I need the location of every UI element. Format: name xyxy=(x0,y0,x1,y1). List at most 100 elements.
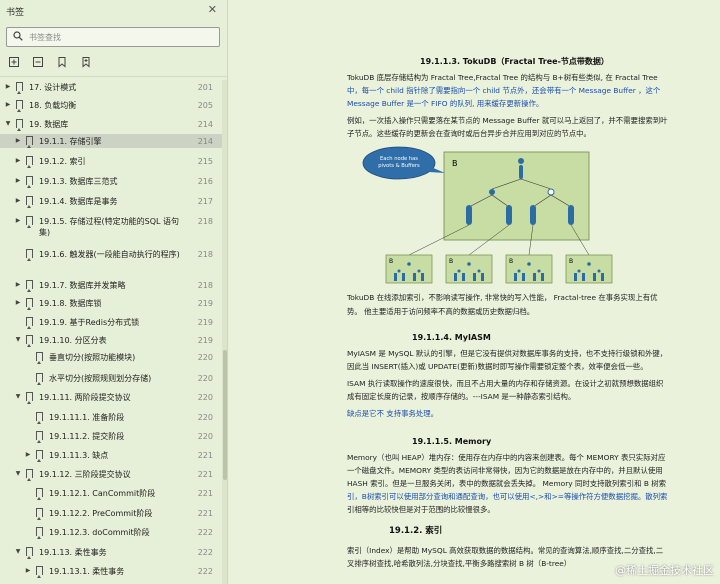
expand-arrow-icon[interactable]: ▶ xyxy=(14,299,22,306)
expand-arrow-icon[interactable]: ▶ xyxy=(14,157,22,164)
toc-item[interactable]: ▶ 19.1.1. 存储引擎 214 xyxy=(0,134,222,148)
tokudb-para-2-line-1: 例如，一次插入操作只需要落在某节点的 Message Buffer 就可以马上返… xyxy=(347,116,668,125)
tokudb-para-3-line-2: 势。 他主要适用于访问频率不高的数据或历史数据归档。 xyxy=(347,307,535,316)
toc-item-page: 218 xyxy=(197,250,213,259)
toc-item[interactable]: ▶ 17. 设计模式 201 xyxy=(0,80,222,94)
toc-item[interactable]: ▼ 19.1.13. 柔性事务 222 xyxy=(0,545,222,559)
myiasm-para-2-line-2: 成有固定长度的记录，按顺序存储的。---ISAM 是一种静态索引结构。 xyxy=(347,392,576,401)
svg-text:B: B xyxy=(569,258,573,265)
collapse-arrow-icon[interactable]: ▼ xyxy=(14,336,22,343)
toc-item-page: 220 xyxy=(197,393,213,402)
toc-item[interactable]: ▶ 19.1.11.3. 缺点 221 xyxy=(0,448,222,462)
bookmark-icon xyxy=(36,527,43,539)
buffer-2 xyxy=(506,205,512,225)
bookmark-search-box[interactable] xyxy=(6,27,220,47)
expand-arrow-icon[interactable]: ▶ xyxy=(14,137,22,144)
buffer-3 xyxy=(530,205,536,225)
scrollbar[interactable] xyxy=(222,80,227,584)
toc-item-label: 19.1.1. 存储引擎 xyxy=(39,137,102,146)
bookmark-icon[interactable] xyxy=(56,56,68,68)
expand-arrow-icon[interactable]: ▶ xyxy=(14,217,22,224)
toc-item[interactable]: 19.1.12.3. doCommit阶段 222 xyxy=(0,525,222,539)
toc-item-page: 214 xyxy=(197,120,213,129)
collapse-arrow-icon[interactable]: ▼ xyxy=(4,120,12,127)
collapse-arrow-icon[interactable]: ▼ xyxy=(14,393,22,400)
toc-item[interactable]: 19.1.11.1. 准备阶段 220 xyxy=(0,410,222,424)
mid-pivot-right xyxy=(547,188,555,196)
toc-item[interactable]: 19.1.9. 基于Redis分布式锁 219 xyxy=(0,315,222,329)
tokudb-para-2-line-2: 子节点。这些缓存的更新会在查询时或后台异步合并应用到对应的节点中。 xyxy=(347,129,591,138)
toc-item-page: 220 xyxy=(197,413,213,422)
toc-item-page: 222 xyxy=(197,548,213,557)
toc-item[interactable]: 垂直切分(按照功能模块) 220 xyxy=(0,350,222,364)
toc-item[interactable]: 19.1.12.1. CanCommit阶段 221 xyxy=(0,486,222,500)
toc-item[interactable]: ▼ 19.1.10. 分区分表 219 xyxy=(0,333,222,347)
tokudb-para-1-line-2: 中，每一个 child 指针除了需要指向一个 child 节点外，还会带有一个 … xyxy=(347,86,661,95)
expand-arrow-icon[interactable]: ▶ xyxy=(24,567,32,574)
toc-item[interactable]: ▶ 19.1.13.1. 柔性事务 222 xyxy=(0,564,222,578)
toc-item-page: 219 xyxy=(197,336,213,345)
toc-item-page: 217 xyxy=(197,197,213,206)
toc-item-page: 221 xyxy=(197,509,213,518)
leaf-node-2: B xyxy=(445,254,493,284)
bookmark-icon xyxy=(26,156,33,168)
tokudb-para-1-line-1: TokuDB 底层存储结构为 Fractal Tree,Fractal Tree… xyxy=(347,73,658,82)
toc-item-label: 19.1.11.1. 准备阶段 xyxy=(49,413,125,422)
tokudb-para-3-line-1: TokuDB 在线添加索引，不影响读写操作, 非常快的写入性能， Fractal… xyxy=(347,293,658,302)
toc-item-label: 19.1.2. 索引 xyxy=(39,157,86,166)
toc-item[interactable]: ▶ 19.1.5. 存储过程(特定功能的SQL 语句集) 218 xyxy=(0,214,222,240)
expand-arrow-icon[interactable]: ▶ xyxy=(14,281,22,288)
callout-text-line-2: pivots & Buffers xyxy=(378,163,420,169)
toc-item[interactable]: ▶ 19.1.2. 索引 215 xyxy=(0,154,222,168)
expand-arrow-icon[interactable]: ▶ xyxy=(4,83,12,90)
leaf-node-4: B xyxy=(565,254,613,284)
toc-item[interactable]: 19.1.11.2. 提交阶段 220 xyxy=(0,429,222,443)
collapse-arrow-icon[interactable]: ▼ xyxy=(14,470,22,477)
heading-index: 19.1.2. 索引 xyxy=(389,526,443,536)
callout-pointer xyxy=(429,167,445,173)
toc-item-label: 水平切分(按照规则划分存储) xyxy=(49,374,152,383)
close-icon[interactable]: ✕ xyxy=(208,3,217,16)
toc-item-label: 19.1.10. 分区分表 xyxy=(39,336,107,345)
buffer-1 xyxy=(466,205,472,225)
bookmark-icon xyxy=(26,249,33,261)
toc-item-label: 19.1.12.3. doCommit阶段 xyxy=(49,528,150,537)
toc-item[interactable]: ▶ 18. 负载均衡 205 xyxy=(0,98,222,112)
collapse-all-icon[interactable] xyxy=(32,56,44,68)
toc-item[interactable]: 19.1.6. 触发器(一段能自动执行的程序) 218 xyxy=(0,247,222,273)
toc-item-page: 218 xyxy=(197,217,213,226)
toc-item-page: 205 xyxy=(197,101,213,110)
heading-myiasm: 19.1.1.4. MyIASM xyxy=(412,333,491,342)
mid-pivot-left xyxy=(489,189,495,195)
toc-item[interactable]: ▶ 19.1.7. 数据库并发策略 218 xyxy=(0,278,222,292)
search-input[interactable] xyxy=(29,31,209,44)
memory-para-line-5: 引相等的比较快但是对于范围的比较慢很多。 xyxy=(347,505,495,514)
toc-item-page: 214 xyxy=(197,137,213,146)
expand-all-icon[interactable] xyxy=(8,56,20,68)
toc-item[interactable]: ▼ 19. 数据库 214 xyxy=(0,117,222,131)
expand-arrow-icon[interactable]: ▶ xyxy=(4,101,12,108)
toc-item[interactable]: ▶ 19.1.4. 数据库是事务 217 xyxy=(0,194,222,208)
toc-item-label: 19.1.8. 数据库锁 xyxy=(39,299,102,308)
toc-item[interactable]: ▼ 19.1.12. 三阶段提交协议 221 xyxy=(0,467,222,481)
toc-item-page: 219 xyxy=(197,318,213,327)
toc-item[interactable]: 水平切分(按照规则划分存储) 220 xyxy=(0,371,222,385)
toc-item-page: 218 xyxy=(197,281,213,290)
bookmark-icon xyxy=(26,317,33,329)
toc-item[interactable]: ▼ 19.1.11. 两阶段提交协议 220 xyxy=(0,390,222,404)
bookmark-icon xyxy=(36,373,43,385)
expand-arrow-icon[interactable]: ▶ xyxy=(14,177,22,184)
document-page: 19.1.1.3. TokuDB（Fractal Tree-节点带数据） Tok… xyxy=(229,0,720,584)
expand-arrow-icon[interactable]: ▶ xyxy=(14,197,22,204)
bookmark-icon xyxy=(36,566,43,578)
toc-item-label: 19.1.3. 数据库三范式 xyxy=(39,177,118,186)
toc-item[interactable]: ▶ 19.1.8. 数据库锁 219 xyxy=(0,296,222,310)
expand-arrow-icon[interactable]: ▶ xyxy=(24,451,32,458)
collapse-arrow-icon[interactable]: ▼ xyxy=(14,548,22,555)
toc-item[interactable]: ▶ 19.1.3. 数据库三范式 216 xyxy=(0,174,222,188)
scrollbar-thumb[interactable] xyxy=(223,350,227,480)
fractal-tree-figure: B Each node has pivots & Buffers B B B B xyxy=(362,146,613,284)
buffer-4 xyxy=(568,205,574,225)
add-bookmark-icon[interactable] xyxy=(80,56,92,68)
toc-item[interactable]: 19.1.12.2. PreCommit阶段 221 xyxy=(0,506,222,520)
